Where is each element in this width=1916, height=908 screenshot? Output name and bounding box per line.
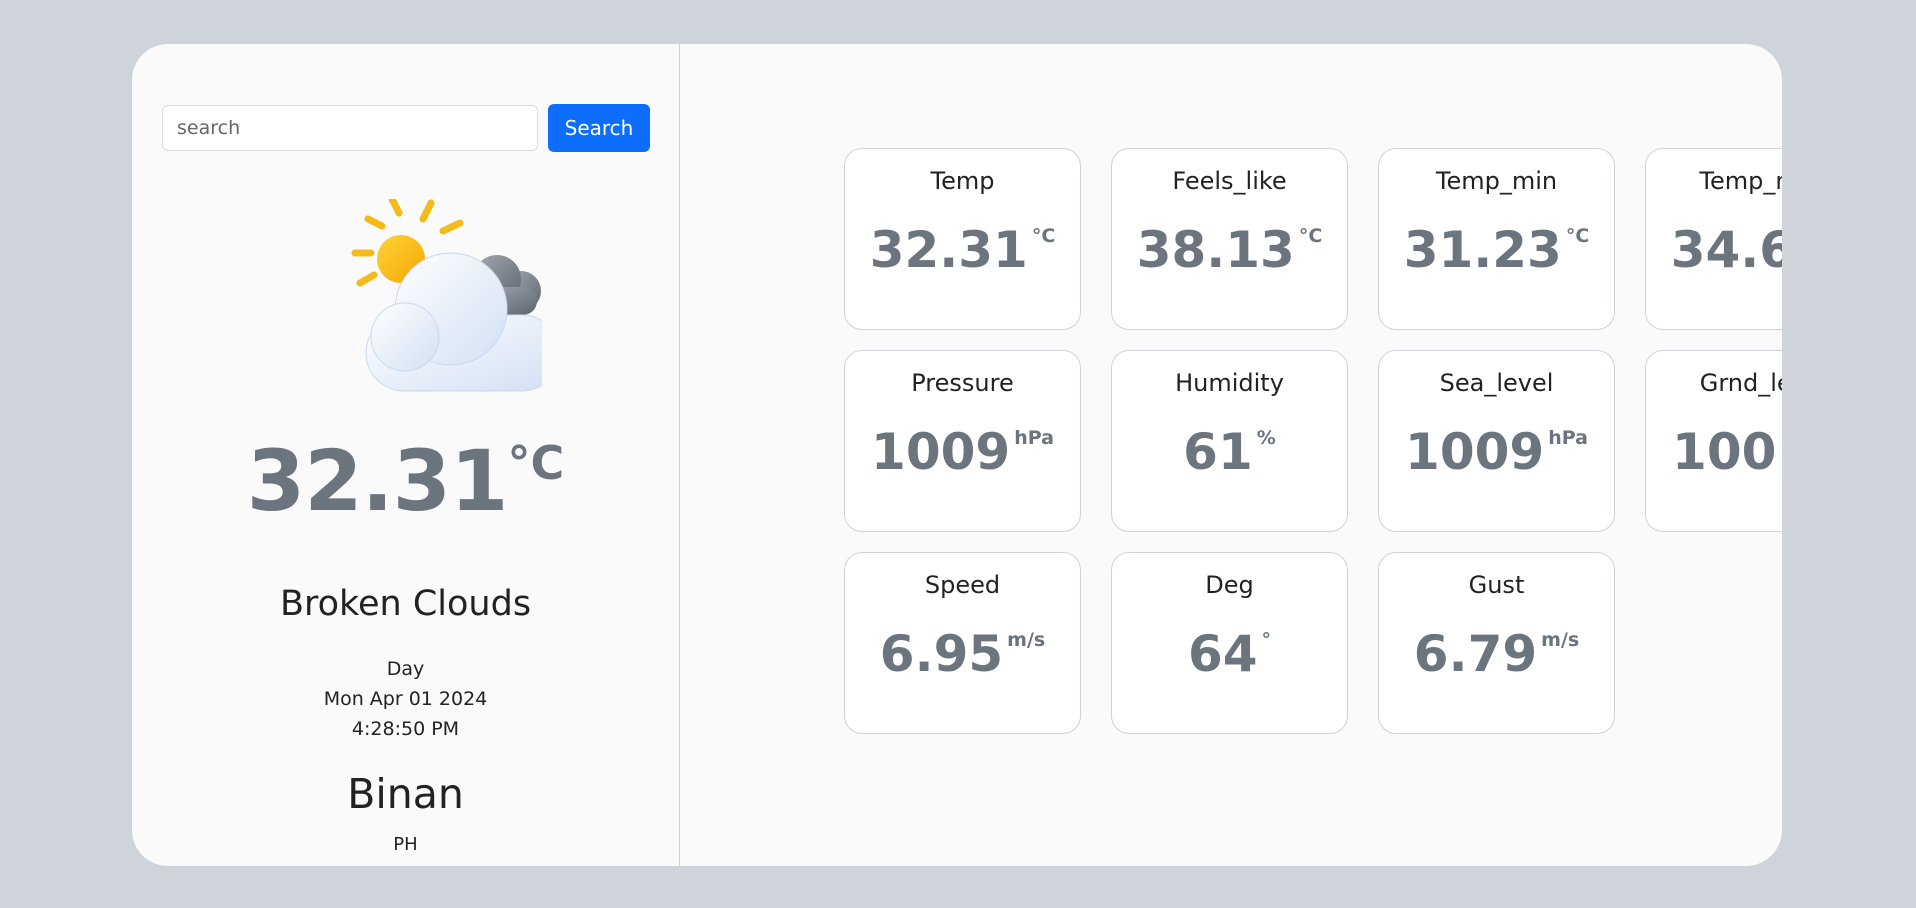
city-name: Binan	[347, 770, 464, 818]
metric-card-feels-like: Feels_like 38.13 °C	[1111, 148, 1348, 330]
metric-unit: °	[1261, 629, 1272, 651]
metric-value: 34.64	[1670, 221, 1782, 279]
metric-card-speed: Speed 6.95 m/s	[844, 552, 1081, 734]
metric-card-grnd-level: Grnd_level 1001hPa	[1645, 350, 1782, 532]
metric-value: 32.31	[869, 221, 1028, 279]
metric-unit: °C	[1565, 225, 1590, 247]
search-button[interactable]: Search	[548, 104, 650, 152]
metric-card-deg: Deg 64 °	[1111, 552, 1348, 734]
metric-label: Temp_min	[1435, 167, 1558, 195]
current-temp-unit: °C	[507, 436, 565, 490]
metric-value: 64	[1187, 625, 1258, 683]
metric-label: Pressure	[911, 369, 1014, 397]
metric-card-temp-max: Temp_max 34.64°C	[1645, 148, 1782, 330]
current-time: 4:28:50 PM	[351, 718, 460, 740]
weather-description: Broken Clouds	[279, 584, 532, 624]
search-input[interactable]	[162, 105, 538, 151]
metric-label: Deg	[1205, 571, 1254, 599]
metric-unit: °C	[1298, 225, 1323, 247]
metric-value: 31.23	[1403, 221, 1562, 279]
search-bar: Search	[162, 104, 650, 152]
metric-value: 1009	[1405, 423, 1545, 481]
metric-card-temp-min: Temp_min 31.23 °C	[1378, 148, 1615, 330]
datetime-block: Day Mon Apr 01 2024 4:28:50 PM	[132, 654, 679, 744]
metric-card-temp: Temp 32.31 °C	[844, 148, 1081, 330]
metric-unit: °C	[1031, 225, 1056, 247]
metric-label: Grnd_level	[1699, 369, 1782, 397]
metric-value: 1001	[1672, 423, 1782, 481]
country-code: PH	[393, 834, 418, 855]
weather-app: Search	[132, 44, 1782, 866]
metric-unit: m/s	[1007, 629, 1046, 651]
metric-card-gust: Gust 6.79 m/s	[1378, 552, 1615, 734]
metric-unit: hPa	[1014, 427, 1054, 449]
sun-behind-clouds-icon	[292, 195, 561, 399]
metric-label: Feels_like	[1172, 167, 1287, 195]
metric-value: 61	[1183, 423, 1253, 481]
metric-unit: %	[1256, 427, 1276, 449]
metric-card-pressure: Pressure 1009 hPa	[844, 350, 1081, 532]
metric-label: Speed	[924, 571, 1001, 599]
metric-value: 6.79	[1413, 625, 1538, 683]
metric-value: 1009	[871, 423, 1011, 481]
day-period: Day	[386, 658, 425, 680]
metric-label: Temp_max	[1699, 167, 1782, 195]
metric-label: Gust	[1468, 571, 1525, 599]
current-date: Mon Apr 01 2024	[323, 688, 488, 710]
metric-card-sea-level: Sea_level 1009 hPa	[1378, 350, 1615, 532]
metric-value: 38.13	[1136, 221, 1295, 279]
metric-label: Humidity	[1175, 369, 1284, 397]
current-temp-value: 32.31	[246, 432, 509, 530]
sidebar: Search	[132, 44, 680, 866]
metric-unit: hPa	[1548, 427, 1588, 449]
metric-unit: m/s	[1541, 629, 1580, 651]
metric-label: Sea_level	[1439, 369, 1554, 397]
metric-label: Temp	[930, 167, 995, 195]
current-temperature: 32.31°C	[132, 432, 679, 530]
metric-value: 6.95	[879, 625, 1004, 683]
metric-card-humidity: Humidity 61%	[1111, 350, 1348, 532]
metrics-grid: Temp 32.31 °C Feels_like 38.13 °C Temp_min…	[844, 148, 1782, 734]
